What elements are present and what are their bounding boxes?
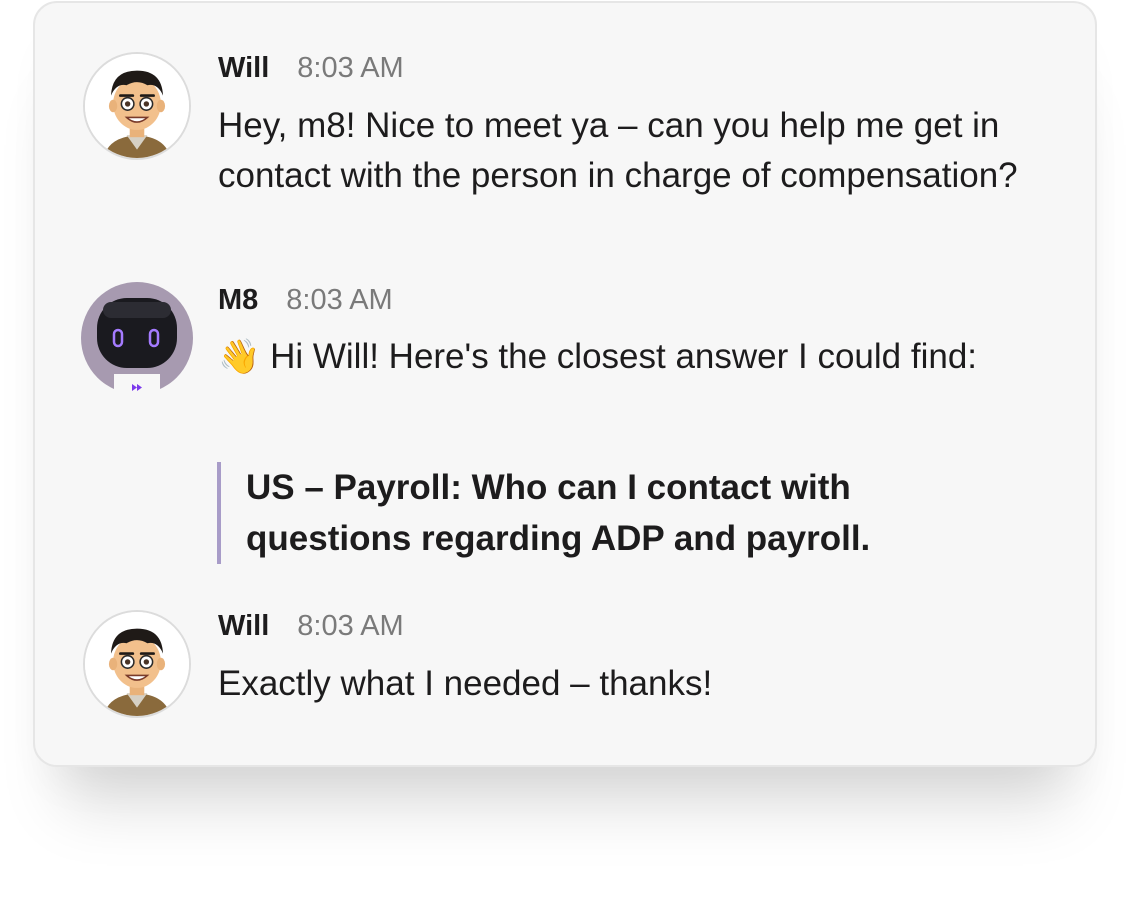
waving-hand-icon: 👋 xyxy=(218,338,261,376)
message-text: 👋 Hi Will! Here's the closest answer I c… xyxy=(218,332,1008,382)
message-header: Will 8:03 AM xyxy=(218,52,404,85)
user-avatar[interactable] xyxy=(83,610,191,718)
quoted-answer[interactable]: US – Payroll: Who can I contact with que… xyxy=(217,462,1006,564)
message-text: Hey, m8! Nice to meet ya – can you help … xyxy=(218,106,1018,195)
robot-avatar-icon xyxy=(81,282,193,394)
author-name[interactable]: Will xyxy=(218,52,269,85)
timestamp[interactable]: 8:03 AM xyxy=(297,610,403,643)
memoji-avatar-icon xyxy=(85,54,189,158)
message-header: M8 8:03 AM xyxy=(218,284,393,317)
user-avatar[interactable] xyxy=(83,52,191,160)
timestamp[interactable]: 8:03 AM xyxy=(286,284,392,317)
author-name[interactable]: M8 xyxy=(218,284,258,317)
message-body: Hi Will! Here's the closest answer I cou… xyxy=(270,337,978,376)
timestamp[interactable]: 8:03 AM xyxy=(297,52,403,85)
author-name[interactable]: Will xyxy=(218,610,269,643)
memoji-avatar-icon xyxy=(85,612,189,716)
bot-avatar[interactable] xyxy=(81,282,193,394)
message-text: Exactly what I needed – thanks! xyxy=(218,664,713,703)
message-header: Will 8:03 AM xyxy=(218,610,404,643)
